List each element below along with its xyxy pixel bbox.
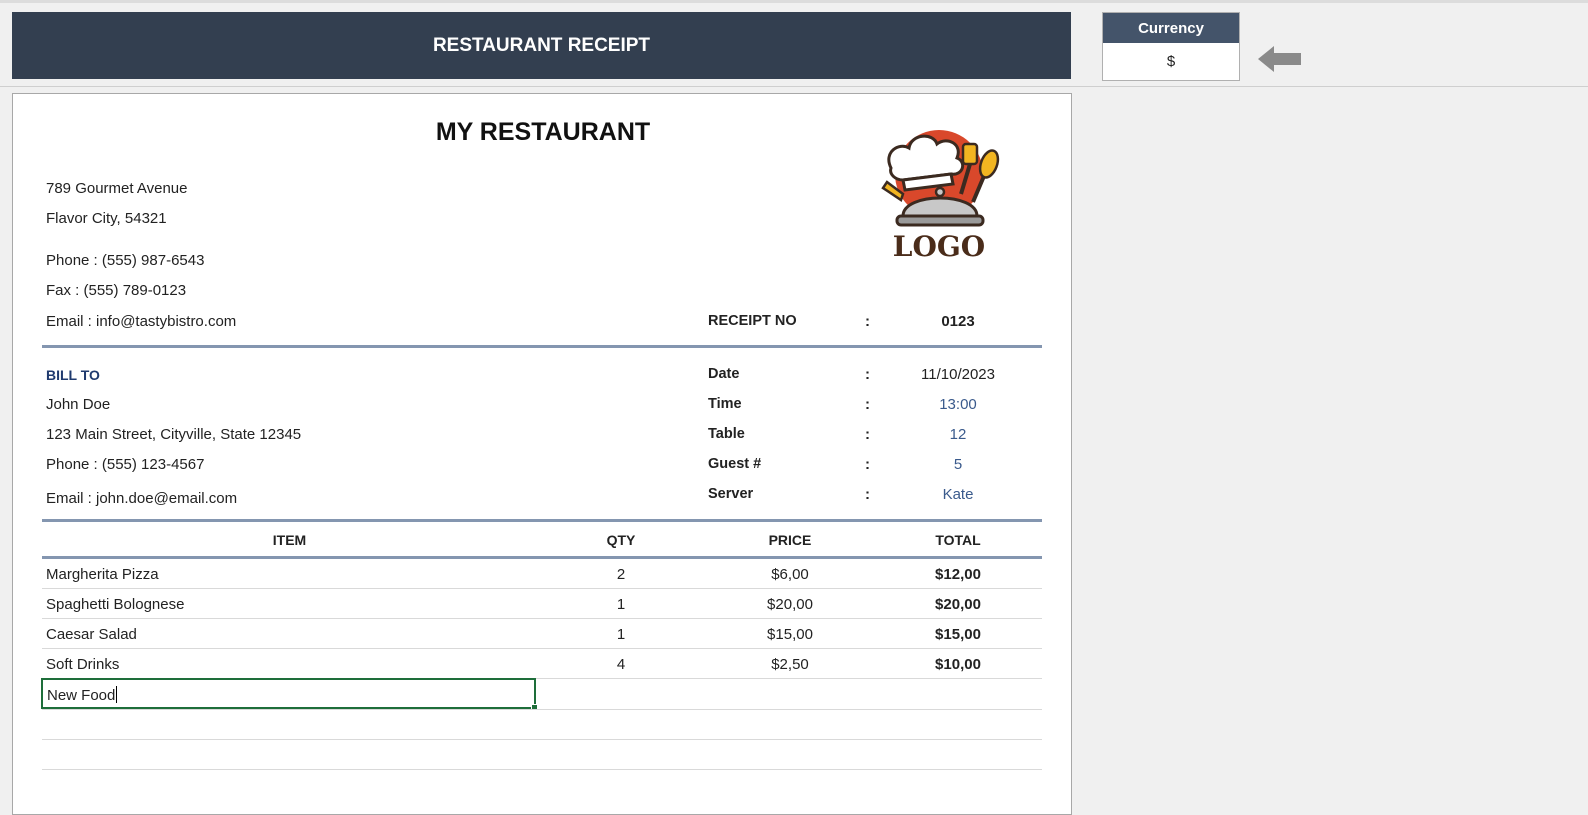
receipt-sheet: MY RESTAURANT 789 Gourmet Avenue Flavor … (12, 93, 1072, 815)
server-label: Server (708, 486, 754, 502)
date-value[interactable]: 11/10/2023 (903, 366, 1013, 383)
row-qty[interactable]: 1 (573, 626, 669, 643)
row-item[interactable]: Soft Drinks (46, 656, 119, 673)
currency-label: Currency (1103, 13, 1239, 43)
top-border (0, 0, 1588, 3)
section-rule (42, 519, 1042, 522)
restaurant-phone: Phone : (555) 987-6543 (46, 252, 205, 269)
customer-phone[interactable]: Phone : (555) 123-4567 (46, 456, 204, 473)
colon: : (865, 396, 870, 413)
row-divider (42, 618, 1042, 619)
header-rule (42, 556, 1042, 559)
restaurant-address-line2: Flavor City, 54321 (46, 210, 167, 227)
row-divider (0, 86, 1588, 87)
row-total: $20,00 (935, 596, 981, 613)
col-header-qty: QTY (606, 532, 636, 548)
row-price[interactable]: $6,00 (723, 566, 857, 583)
restaurant-fax: Fax : (555) 789-0123 (46, 282, 187, 299)
active-cell-editor[interactable]: New Food (41, 678, 538, 711)
time-label: Time (708, 396, 742, 412)
restaurant-address-line1: 789 Gourmet Avenue (46, 180, 188, 197)
row-qty[interactable]: 2 (573, 566, 669, 583)
active-cell-text: New Food (47, 687, 116, 704)
time-value[interactable]: 13:00 (903, 396, 1013, 413)
row-item[interactable]: Margherita Pizza (46, 566, 159, 583)
row-divider (42, 709, 1042, 710)
row-price[interactable]: $2,50 (723, 656, 857, 673)
row-item[interactable]: Spaghetti Bolognese (46, 596, 184, 613)
server-value[interactable]: Kate (903, 486, 1013, 503)
table-label: Table (708, 426, 745, 442)
row-total: $10,00 (935, 656, 981, 673)
row-qty[interactable]: 4 (573, 656, 669, 673)
row-divider (42, 648, 1042, 649)
logo-text: LOGO (893, 230, 985, 262)
currency-selector[interactable]: Currency $ (1102, 12, 1240, 81)
col-header-item: ITEM (272, 532, 307, 548)
col-header-total: TOTAL (935, 532, 981, 548)
row-item[interactable]: Caesar Salad (46, 626, 137, 643)
restaurant-logo: LOGO (881, 130, 1000, 262)
guests-value[interactable]: 5 (903, 456, 1013, 473)
guests-label: Guest # (708, 456, 762, 472)
row-qty[interactable]: 1 (573, 596, 669, 613)
customer-email[interactable]: Email : john.doe@email.com (46, 490, 237, 507)
customer-address[interactable]: 123 Main Street, Cityville, State 12345 (46, 426, 301, 443)
banner-title: RESTAURANT RECEIPT (432, 34, 651, 56)
row-total: $15,00 (935, 626, 981, 643)
row-divider (42, 588, 1042, 589)
colon: : (865, 366, 870, 383)
customer-name[interactable]: John Doe (46, 396, 110, 413)
receipt-banner: RESTAURANT RECEIPT (12, 12, 1071, 79)
row-total: $12,00 (935, 566, 981, 583)
currency-value-cell[interactable]: $ (1103, 43, 1239, 79)
colon: : (865, 313, 870, 330)
colon: : (865, 426, 870, 443)
row-price[interactable]: $20,00 (723, 596, 857, 613)
restaurant-email: Email : info@tastybistro.com (46, 313, 237, 330)
date-label: Date (708, 366, 740, 382)
arrow-left-icon (1258, 46, 1301, 72)
colon: : (865, 486, 870, 503)
receipt-no-label: RECEIPT NO (708, 313, 797, 329)
table-value[interactable]: 12 (903, 426, 1013, 443)
row-price[interactable]: $15,00 (723, 626, 857, 643)
row-divider (42, 739, 1042, 740)
section-rule (42, 345, 1042, 348)
col-header-price: PRICE (768, 532, 812, 548)
text-caret (116, 686, 118, 703)
bill-to-heading: BILL TO (46, 367, 100, 383)
colon: : (865, 456, 870, 473)
row-divider (42, 769, 1042, 770)
receipt-no-value[interactable]: 0123 (903, 313, 1013, 330)
